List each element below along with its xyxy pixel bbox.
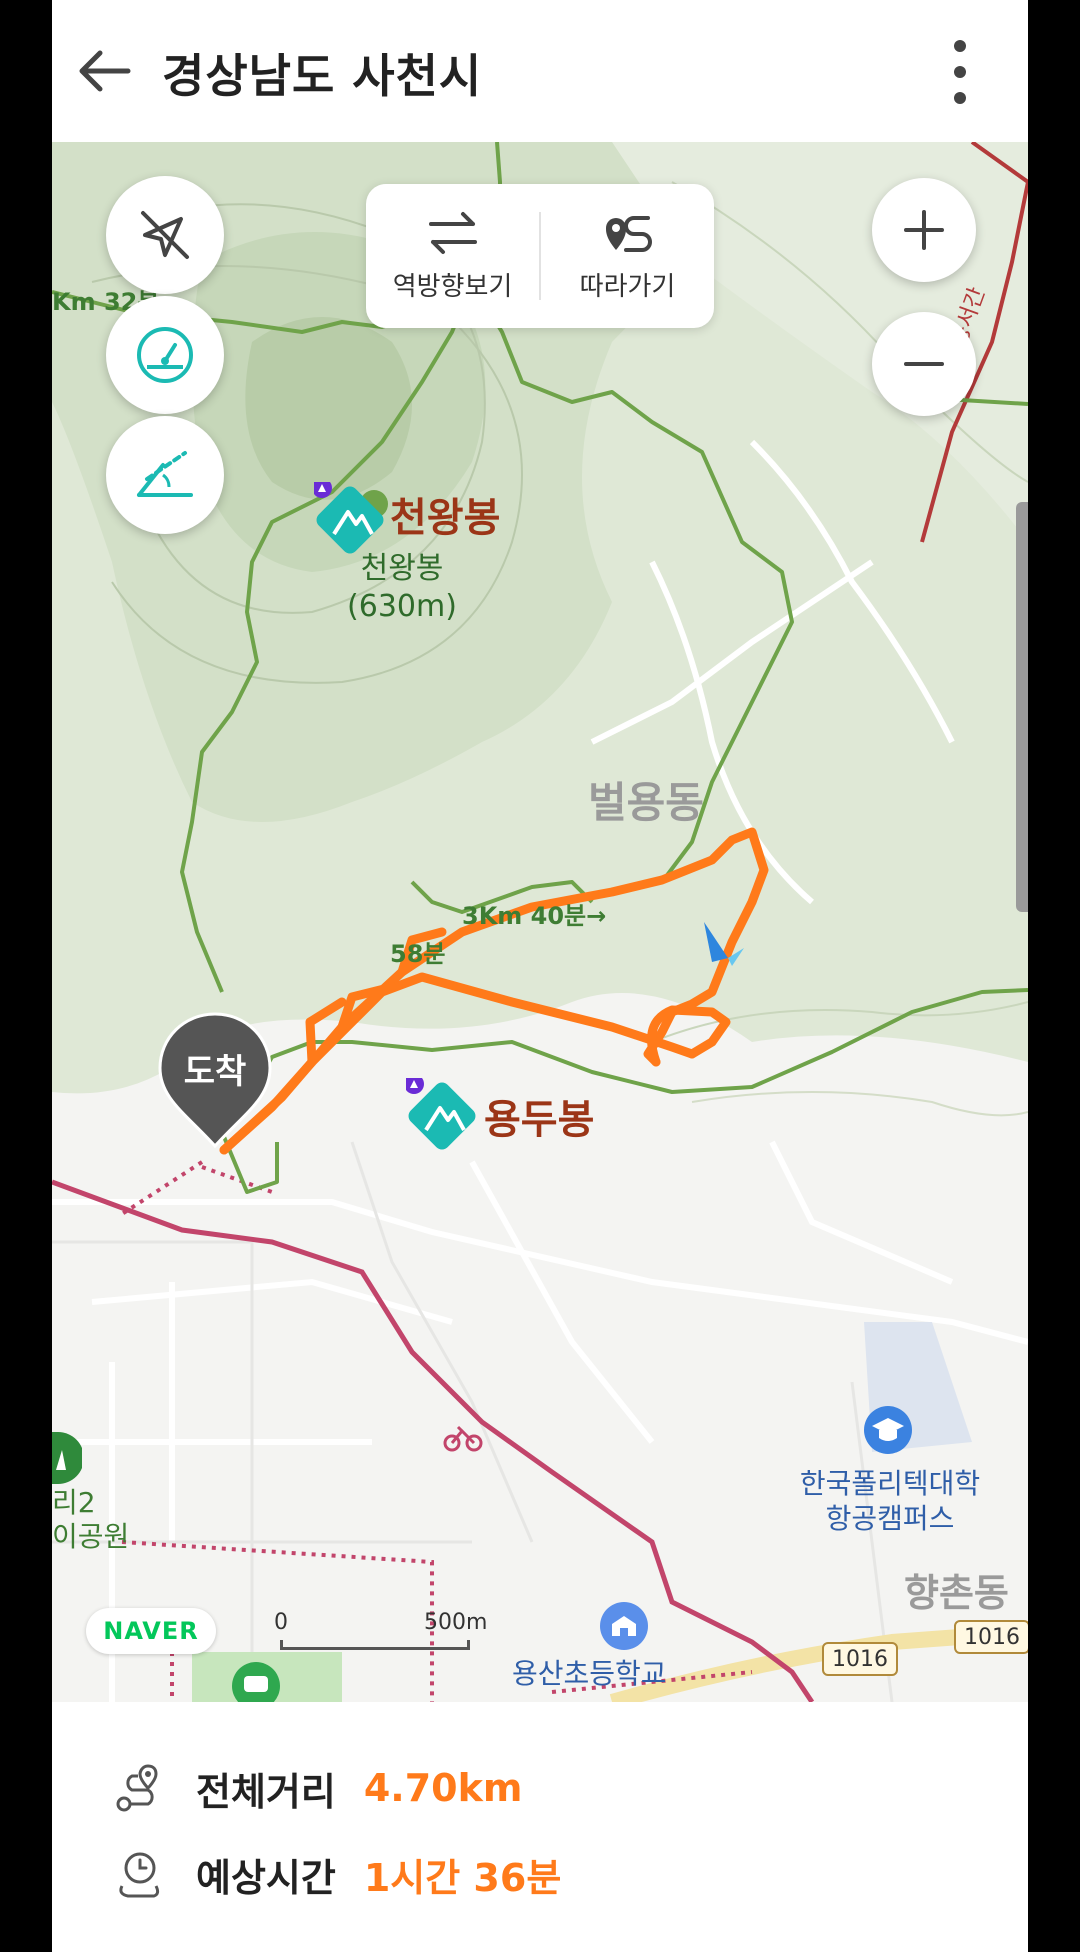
trail-label-side: 58분	[390, 940, 446, 968]
follow-route-button[interactable]: 따라가기	[541, 184, 714, 328]
distance-row: 전체거리 4.70km	[110, 1758, 522, 1818]
mountain-icon	[404, 1074, 476, 1150]
peak-name-cheonwang[interactable]: 천왕봉	[390, 498, 500, 538]
college-label: 한국폴리텍대학 항공캠퍼스	[790, 1466, 990, 1536]
park-label-line1: 리2	[52, 1486, 96, 1519]
trail-label-middle: 3Km 40분→	[462, 902, 607, 930]
peak-name-yongdu[interactable]: 용두봉	[484, 1100, 594, 1140]
peak-elevation: (630m)	[347, 588, 457, 624]
route-summary: 전체거리 4.70km 예상시간 1시간 36분	[52, 1702, 1028, 1952]
peak-sub-name: 천왕봉	[360, 551, 444, 586]
hyangchon-label: 향촌동	[904, 1571, 1009, 1615]
more-dot-icon	[954, 66, 966, 78]
more-options-button[interactable]	[940, 40, 980, 104]
scale-zero-label: 0	[274, 1610, 288, 1635]
naver-logo: NAVER	[86, 1608, 216, 1654]
peak-label-cheonwang: 천왕봉 (630m)	[332, 550, 472, 625]
peak-icon[interactable]	[312, 478, 388, 554]
college-label-line1: 한국폴리텍대학	[799, 1467, 981, 1500]
speedometer-icon	[137, 327, 193, 383]
speed-button[interactable]	[106, 296, 224, 414]
more-dot-icon	[954, 92, 966, 104]
road-number-badge: 1016	[954, 1620, 1028, 1654]
compass-button[interactable]	[106, 176, 224, 294]
minus-icon	[904, 362, 944, 366]
distance-value: 4.70km	[363, 1766, 523, 1810]
page-title: 경상남도 사천시	[162, 49, 483, 103]
screen: 경상남도 사천시 Km 32분→ 3Km 40분→ 58분 천왕봉 천왕봉 (6…	[52, 0, 1028, 1952]
park-label-line2: 이공원	[52, 1519, 130, 1553]
follow-route-label: 따라가기	[579, 271, 676, 302]
zoom-out-button[interactable]	[872, 312, 976, 416]
arrival-marker[interactable]: 도착	[156, 1010, 274, 1150]
scale-line	[280, 1640, 470, 1650]
elevation-button[interactable]	[106, 416, 224, 534]
college-icon[interactable]	[862, 1404, 914, 1459]
plus-icon	[904, 210, 944, 250]
compass-off-icon	[141, 211, 189, 259]
park-icon[interactable]	[52, 1432, 84, 1487]
map-scale-bar: 0 500m	[274, 1610, 534, 1660]
clock-location-icon	[119, 1852, 160, 1898]
college-label-line2: 항공캠퍼스	[825, 1502, 955, 1535]
route-follow-icon	[605, 215, 652, 252]
app-bar: 경상남도 사천시	[52, 0, 1028, 142]
back-button[interactable]	[72, 38, 138, 104]
peak-icon[interactable]	[404, 1074, 476, 1150]
school-icon[interactable]	[598, 1600, 650, 1655]
park-label: 리2 이공원	[52, 1486, 129, 1553]
road-number-badge: 1016	[822, 1642, 898, 1676]
map-scroll-handle[interactable]	[1016, 502, 1028, 912]
scale-max-label: 500m	[424, 1610, 488, 1635]
distance-label: 전체거리	[196, 1769, 336, 1814]
map-view[interactable]: Km 32분→ 3Km 40분→ 58분 천왕봉 천왕봉 (630m) 용두봉 …	[52, 142, 1028, 1702]
back-arrow-icon	[79, 50, 131, 92]
reverse-route-label: 역방향보기	[392, 271, 513, 302]
area-label: 벌용동	[588, 778, 704, 827]
more-dot-icon	[954, 40, 966, 52]
time-row: 예상시간 1시간 36분	[110, 1844, 561, 1904]
reverse-route-button[interactable]: 역방향보기	[366, 184, 539, 328]
time-value: 1시간 36분	[363, 1855, 562, 1900]
swap-arrows-icon	[428, 211, 477, 254]
arrival-label: 도착	[183, 1052, 247, 1092]
zoom-in-button[interactable]	[872, 178, 976, 282]
school-label: 용산초등학교	[512, 1657, 667, 1690]
route-action-panel: 역방향보기 따라가기	[366, 184, 714, 328]
elevation-icon	[137, 451, 193, 497]
time-label: 예상시간	[196, 1855, 336, 1900]
bus-stop-icon[interactable]	[230, 1660, 282, 1702]
route-distance-icon	[116, 1764, 158, 1812]
